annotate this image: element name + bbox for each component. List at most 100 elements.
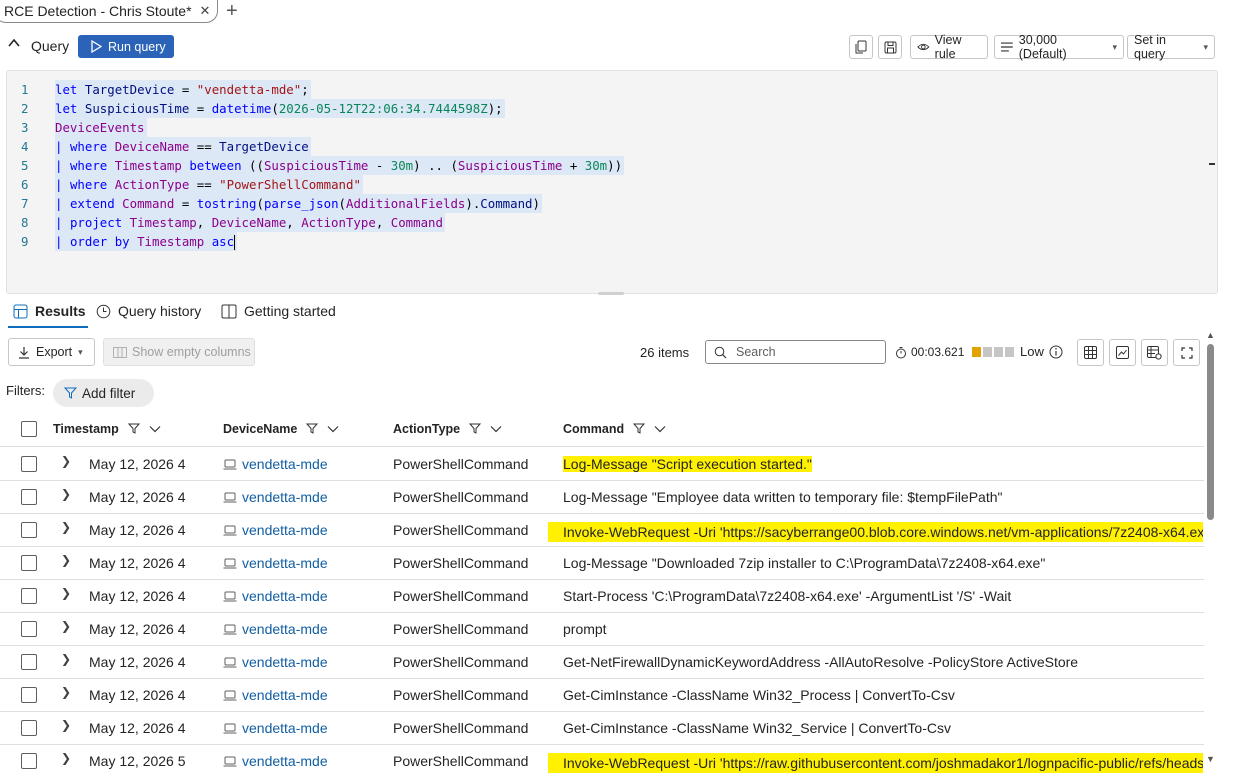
chevron-up-icon[interactable] [7, 36, 21, 50]
chevron-right-icon[interactable]: ❯ [61, 718, 71, 732]
chevron-down-icon[interactable] [327, 425, 339, 433]
table-row[interactable]: ❯ May 12, 2026 4:39:59 vendetta-mde PowerSh… [0, 679, 1204, 712]
column-header-devicename[interactable]: DeviceName [223, 422, 339, 436]
column-header-actiontype[interactable]: ActionType [393, 422, 502, 436]
table-row[interactable]: ❯ May 12, 2026 4:40:00 vendetta-mde PowerSh… [0, 712, 1204, 745]
chevron-right-icon[interactable]: ❯ [61, 685, 71, 699]
device-cell[interactable]: vendetta-mde [223, 588, 383, 604]
chevron-right-icon[interactable]: ❯ [61, 520, 71, 534]
device-link[interactable]: vendetta-mde [242, 621, 328, 637]
device-link[interactable]: vendetta-mde [242, 588, 328, 604]
device-link[interactable]: vendetta-mde [242, 687, 328, 703]
query-editor[interactable]: 1 let TargetDevice = "vendetta-mde"; 2 let… [6, 70, 1218, 294]
time-range-dropdown[interactable]: Set in query ▾ [1127, 33, 1215, 61]
row-checkbox[interactable] [21, 753, 37, 769]
row-checkbox[interactable] [21, 456, 37, 472]
tab-query-history[interactable]: Query history [96, 303, 201, 319]
command-cell: Get-CimInstance -ClassName Win32_Service… [563, 720, 1203, 736]
table-row[interactable]: ❯ May 12, 2026 4:37:53 vendetta-mde PowerSh… [0, 481, 1204, 514]
chevron-right-icon[interactable]: ❯ [61, 454, 71, 468]
view-rule-button[interactable]: View rule [910, 33, 988, 61]
query-tab[interactable]: RCE Detection - Chris Stoute* ✕ [0, 0, 218, 23]
table-row[interactable]: ❯ May 12, 2026 5:06:34 vendetta-mde PowerSh… [0, 745, 1204, 773]
export-button[interactable]: Export ▾ [8, 338, 95, 366]
row-checkbox[interactable] [21, 555, 37, 571]
save-button[interactable] [878, 35, 902, 59]
info-icon[interactable] [1049, 345, 1063, 359]
chevron-right-icon[interactable]: ❯ [61, 553, 71, 567]
chevron-down-icon[interactable] [654, 425, 666, 433]
code-line: 5 | where Timestamp between ((SuspiciousT… [21, 156, 625, 175]
row-checkbox[interactable] [21, 588, 37, 604]
device-link[interactable]: vendetta-mde [242, 720, 328, 736]
new-tab-icon[interactable]: + [226, 0, 238, 22]
copy-button[interactable] [849, 35, 873, 59]
meter-segment [972, 347, 982, 357]
active-tab-indicator [8, 326, 88, 328]
chevron-right-icon[interactable]: ❯ [61, 751, 71, 765]
device-cell[interactable]: vendetta-mde [223, 753, 383, 769]
row-limit-dropdown[interactable]: 30,000 (Default) ▾ [994, 33, 1124, 61]
laptop-icon [223, 558, 237, 568]
editor-resize-handle[interactable] [598, 292, 624, 295]
column-header-label: Command [563, 422, 625, 436]
scroll-up-icon[interactable]: ▲ [1206, 330, 1215, 340]
chevron-down-icon[interactable] [149, 425, 161, 433]
device-link[interactable]: vendetta-mde [242, 456, 328, 472]
device-cell[interactable]: vendetta-mde [223, 522, 383, 538]
table-row[interactable]: ❯ May 12, 2026 4:38:08 vendetta-mde PowerSh… [0, 613, 1204, 646]
device-cell[interactable]: vendetta-mde [223, 621, 383, 637]
close-tab-icon[interactable]: ✕ [200, 3, 211, 19]
row-checkbox[interactable] [21, 621, 37, 637]
laptop-icon [223, 624, 237, 634]
column-header-command[interactable]: Command [563, 422, 666, 436]
filter-icon[interactable] [127, 423, 140, 435]
device-cell[interactable]: vendetta-mde [223, 555, 383, 571]
row-checkbox[interactable] [21, 720, 37, 736]
fullscreen-button[interactable] [1173, 339, 1200, 366]
device-cell[interactable]: vendetta-mde [223, 720, 383, 736]
device-link[interactable]: vendetta-mde [242, 555, 328, 571]
tab-getting-started[interactable]: Getting started [221, 303, 336, 319]
chevron-right-icon[interactable]: ❯ [61, 487, 71, 501]
chevron-down-icon[interactable] [490, 425, 502, 433]
customize-columns-button[interactable] [1141, 339, 1168, 366]
chart-view-button[interactable] [1109, 339, 1136, 366]
add-filter-button[interactable]: Add filter [53, 379, 154, 407]
table-row[interactable]: ❯ May 12, 2026 4:37:55 vendetta-mde PowerSh… [0, 580, 1204, 613]
filter-icon[interactable] [306, 423, 319, 435]
show-empty-columns-button[interactable]: Show empty columns [103, 338, 255, 366]
table-row[interactable]: ❯ May 12, 2026 4:37:53 vendetta-mde PowerSh… [0, 448, 1204, 481]
row-checkbox[interactable] [21, 522, 37, 538]
results-scrollbar[interactable]: ▲ ▼ [1205, 330, 1217, 773]
device-cell[interactable]: vendetta-mde [223, 654, 383, 670]
select-all-checkbox[interactable] [21, 421, 37, 437]
chevron-right-icon[interactable]: ❯ [61, 652, 71, 666]
list-icon [1001, 42, 1013, 52]
chevron-right-icon[interactable]: ❯ [61, 586, 71, 600]
query-section-label: Query [31, 38, 70, 54]
device-link[interactable]: vendetta-mde [242, 753, 328, 769]
table-row[interactable]: ❯ May 12, 2026 4:37:55 vendetta-mde PowerSh… [0, 547, 1204, 580]
scroll-down-icon[interactable]: ▼ [1206, 754, 1215, 764]
filter-icon[interactable] [633, 423, 646, 435]
device-cell[interactable]: vendetta-mde [223, 489, 383, 505]
filter-icon[interactable] [469, 423, 482, 435]
device-link[interactable]: vendetta-mde [242, 489, 328, 505]
table-row[interactable]: ❯ May 12, 2026 4:37:53 vendetta-mde PowerSh… [0, 514, 1204, 547]
run-query-button[interactable]: Run query [78, 35, 174, 58]
device-cell[interactable]: vendetta-mde [223, 456, 383, 472]
device-link[interactable]: vendetta-mde [242, 654, 328, 670]
device-link[interactable]: vendetta-mde [242, 522, 328, 538]
chevron-right-icon[interactable]: ❯ [61, 619, 71, 633]
row-checkbox[interactable] [21, 489, 37, 505]
scrollbar-thumb[interactable] [1207, 344, 1214, 520]
tab-results[interactable]: Results [13, 303, 86, 319]
row-checkbox[interactable] [21, 654, 37, 670]
device-cell[interactable]: vendetta-mde [223, 687, 383, 703]
results-search-input[interactable]: Search [705, 340, 886, 364]
table-row[interactable]: ❯ May 12, 2026 4:39:29 vendetta-mde PowerSh… [0, 646, 1204, 679]
row-checkbox[interactable] [21, 687, 37, 703]
table-view-button[interactable] [1077, 339, 1104, 366]
column-header-timestamp[interactable]: Timestamp [53, 422, 161, 436]
